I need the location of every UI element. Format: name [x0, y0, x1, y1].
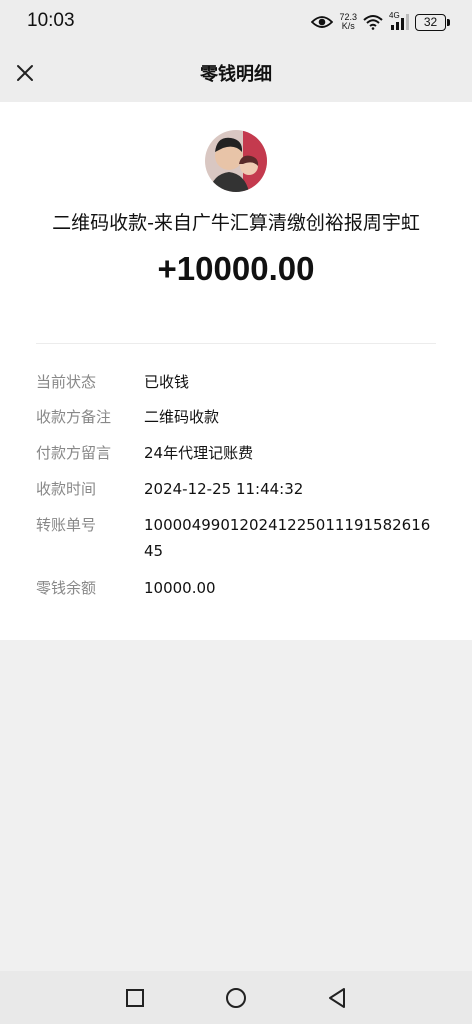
detail-value: 24年代理记账费	[144, 444, 254, 462]
merchant-name: 二维码收款-来自广牛汇算清缴创裕报周宇虹	[52, 212, 420, 234]
transaction-card: 二维码收款-来自广牛汇算清缴创裕报周宇虹 +10000.00 当前状态 已收钱 …	[0, 102, 472, 640]
page-header: 零钱明细	[0, 44, 472, 102]
back-button[interactable]	[322, 983, 352, 1013]
square-icon	[126, 989, 144, 1007]
transaction-amount: +10000.00	[157, 250, 315, 287]
page-title: 零钱明细	[200, 64, 272, 85]
battery-icon: 32	[415, 13, 450, 31]
system-nav-bar	[0, 971, 472, 1024]
detail-label: 收款方备注	[36, 408, 112, 426]
detail-value: 已收钱	[144, 373, 190, 391]
divider	[36, 343, 436, 344]
wifi-icon	[363, 15, 383, 30]
recent-apps-button[interactable]	[120, 983, 150, 1013]
detail-label: 收款时间	[36, 480, 97, 498]
detail-value: 10000.00	[144, 579, 216, 597]
eye-icon	[311, 16, 334, 28]
detail-value: 二维码收款	[144, 408, 220, 426]
detail-label: 当前状态	[36, 373, 97, 391]
avatar-image	[205, 130, 267, 192]
detail-value[interactable]: 100004990120241225011191582616 45	[144, 512, 444, 564]
signal-icon	[391, 14, 409, 30]
detail-label: 转账单号	[36, 516, 97, 534]
triangle-back-icon	[329, 988, 345, 1008]
detail-label: 付款方留言	[36, 444, 112, 462]
status-bar: 10:03 72.3 K/s 4G 32	[0, 0, 472, 44]
status-icons: 72.3 K/s 4G 32	[311, 10, 450, 34]
detail-label: 零钱余额	[36, 579, 97, 597]
avatar[interactable]	[205, 130, 267, 192]
home-button[interactable]	[221, 983, 251, 1013]
detail-value: 2024-12-25 11:44:32	[144, 480, 304, 498]
circle-icon	[226, 988, 246, 1008]
net-speed-unit: K/s	[341, 21, 355, 31]
status-time: 10:03	[27, 10, 75, 31]
net-speed: 72.3 K/s	[339, 13, 357, 31]
signal-indicator: 4G	[389, 11, 409, 31]
